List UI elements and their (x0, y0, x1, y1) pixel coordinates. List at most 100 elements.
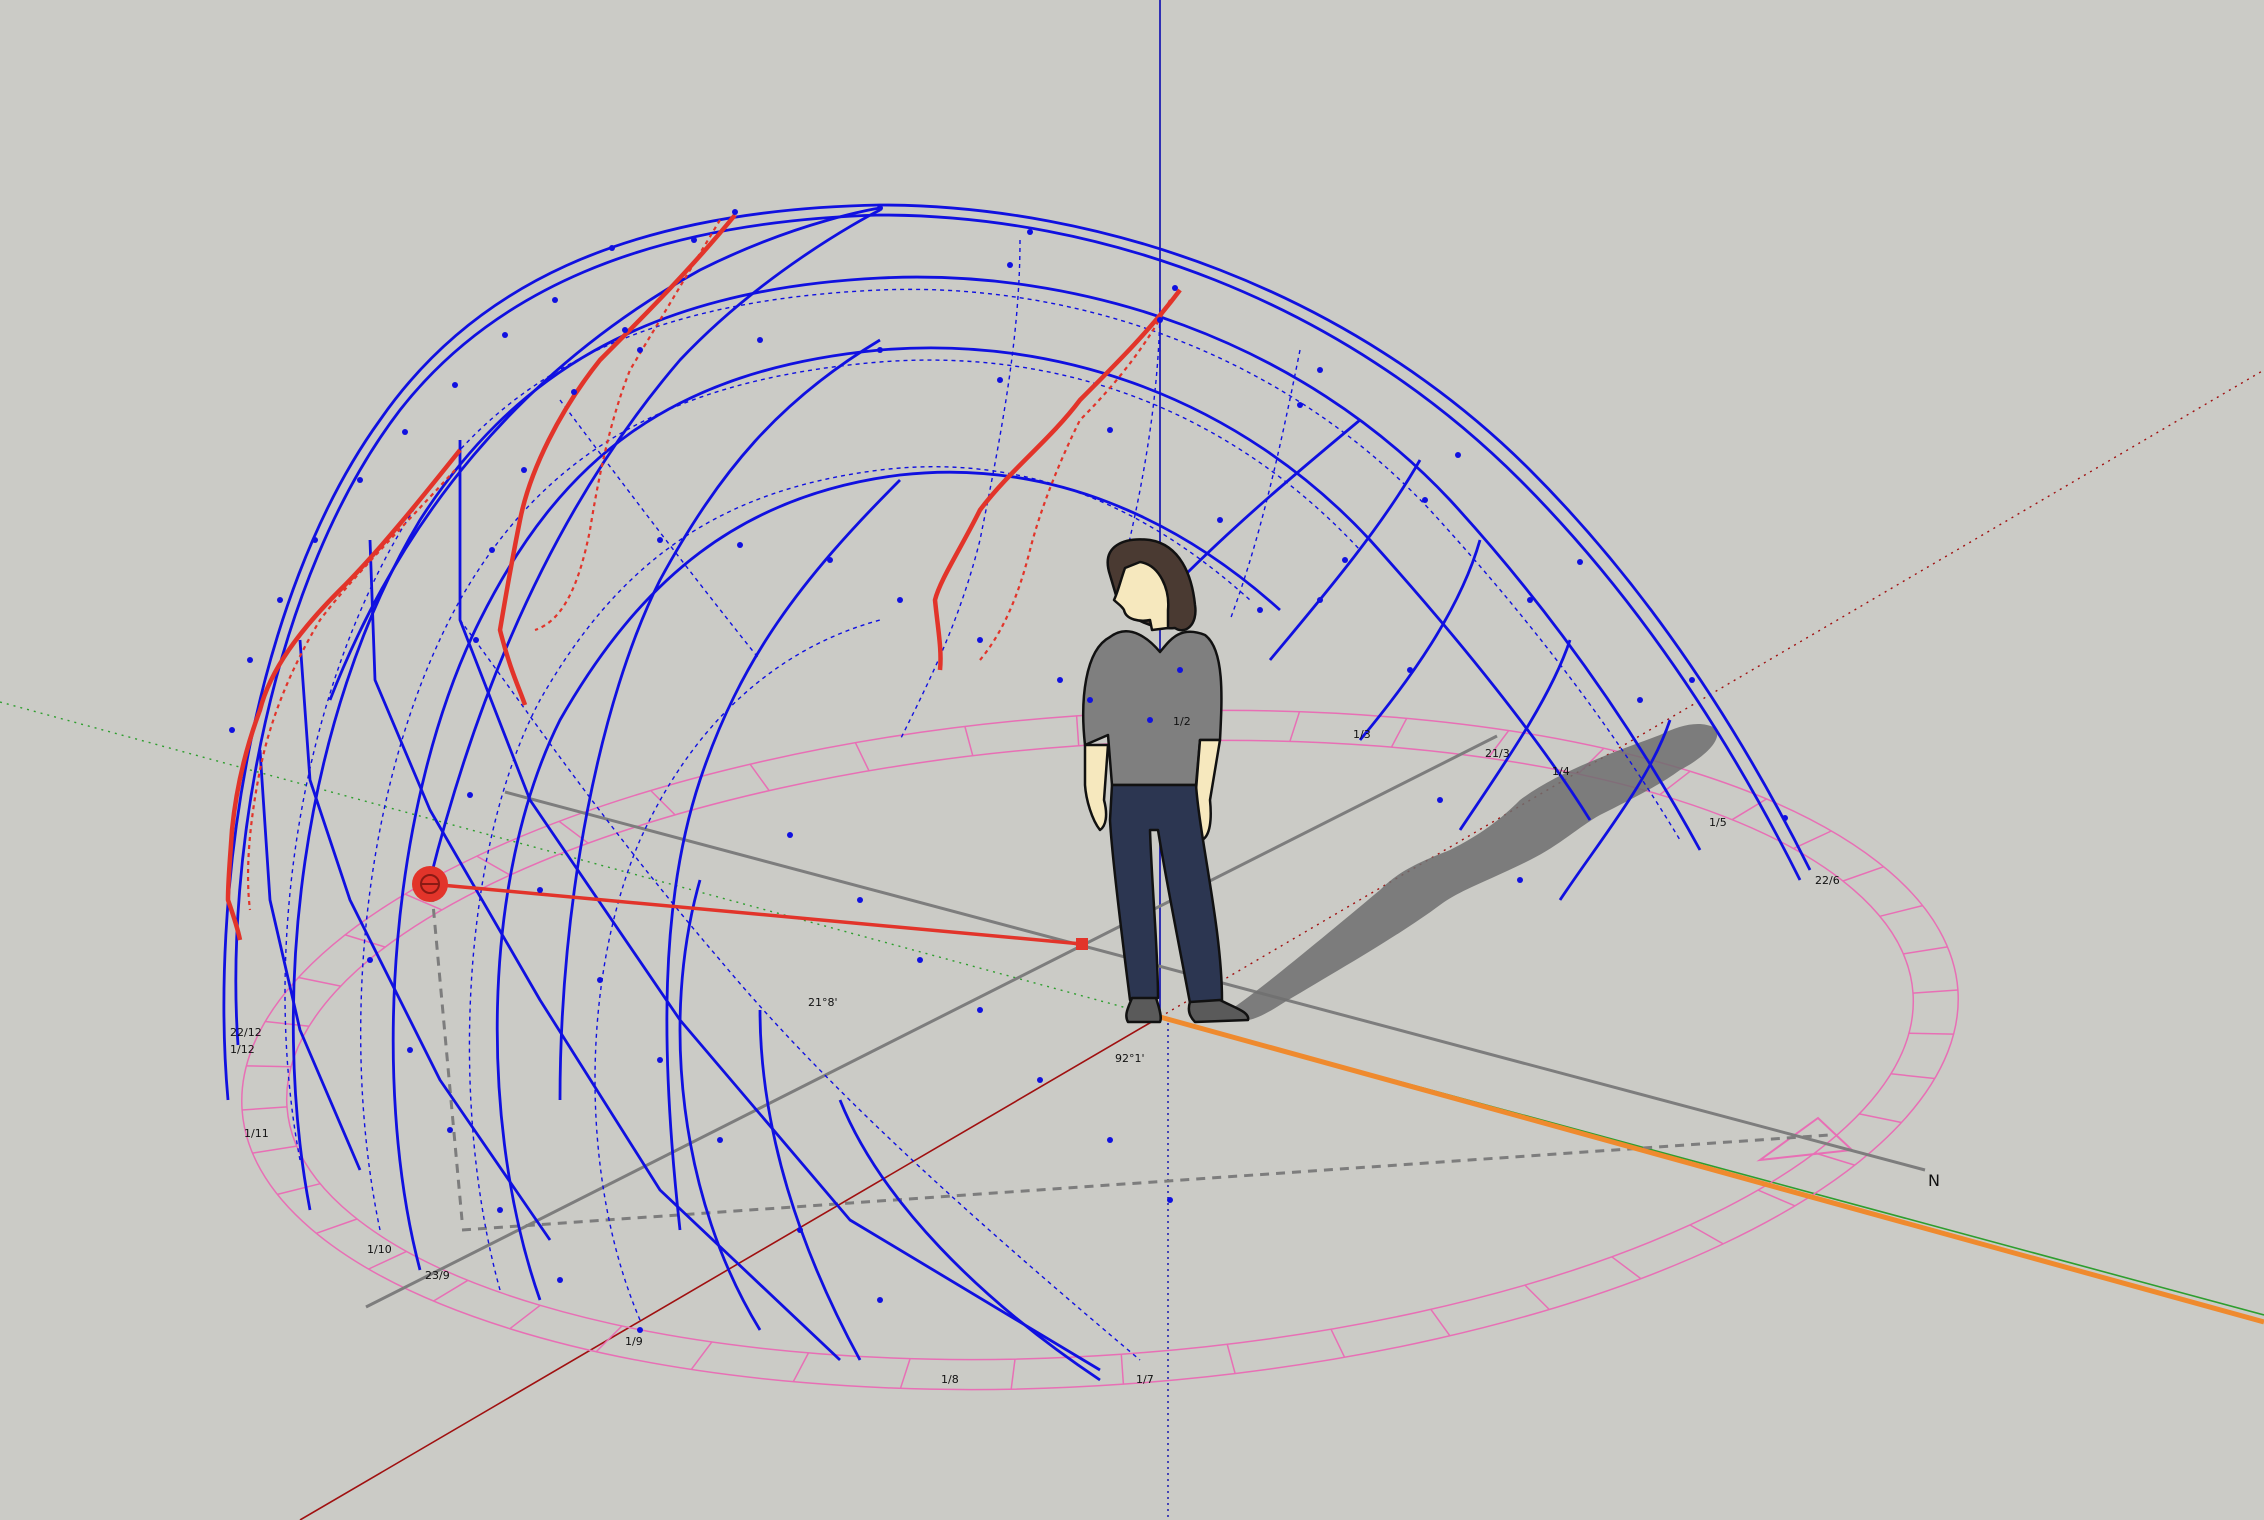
model-viewport[interactable]: N 21°8' 92°1' 1/2 1/3 21/3 1/4 1/5 22/6 1/7 1/8… (0, 0, 2264, 1520)
altitude-angle-label: 21°8' (808, 996, 838, 1009)
hour-label: 1/8 (941, 1373, 959, 1386)
vertex-dot (1087, 697, 1093, 703)
vertex-dot (1517, 877, 1523, 883)
vertex-dot (473, 637, 479, 643)
vertex-dot (1217, 517, 1223, 523)
sunpath-dome-dotted (284, 239, 1681, 1361)
vertex-dot (1577, 559, 1583, 565)
hour-label: 1/5 (1709, 816, 1727, 829)
vertex-dot (637, 347, 643, 353)
figure-shadow (1230, 724, 1718, 1021)
ring-tick (1611, 1256, 1642, 1280)
vertex-dot (357, 477, 363, 483)
vertex-dot (1177, 667, 1183, 673)
vertex-dot (407, 1047, 413, 1053)
vertex-dot (857, 897, 863, 903)
ring-tick (1842, 865, 1884, 882)
vertex-dot (637, 1327, 643, 1333)
vertex-dot (1342, 557, 1348, 563)
vertex-dot (537, 887, 543, 893)
vertex-dot (1637, 697, 1643, 703)
vertex-dot (877, 205, 883, 211)
ring-tick (1075, 715, 1080, 746)
vertex-dot (787, 832, 793, 838)
ring-tick (595, 1325, 623, 1353)
ring-tick (242, 1106, 288, 1111)
vertex-dot (1317, 597, 1323, 603)
ring-tick (345, 934, 386, 948)
vertex-dot (657, 1057, 663, 1063)
vertex-dot (1167, 1197, 1173, 1203)
sunpath-scene[interactable]: N 21°8' 92°1' 1/2 1/3 21/3 1/4 1/5 22/6 1/7 1/8… (0, 0, 2264, 1520)
vertex-dot (977, 637, 983, 643)
ring-tick (509, 1304, 541, 1330)
figure-shoe-right (1187, 998, 1250, 1024)
vertex-dot (977, 1007, 983, 1013)
ring-tick (854, 742, 870, 772)
vertex-dot (1037, 1077, 1043, 1083)
vertex-dot (229, 727, 235, 733)
vertex-dot (1422, 497, 1428, 503)
vertex-dot (1027, 229, 1033, 235)
vertex-dot (1437, 797, 1443, 803)
scene-labels: N 21°8' 92°1' 1/2 1/3 21/3 1/4 1/5 22/6 1/7 1/8… (230, 715, 1940, 1386)
sun-marker-icon[interactable] (412, 866, 448, 902)
vertex-dot (1527, 597, 1533, 603)
vertex-dot (797, 1227, 803, 1233)
vertex-dot (1297, 402, 1303, 408)
human-scale-figure[interactable] (1082, 538, 1250, 1024)
vertex-dot (877, 1297, 883, 1303)
hour-label: 1/12 (230, 1043, 255, 1056)
vertex-dot (732, 209, 738, 215)
vertex-dot (247, 657, 253, 663)
vertex-dot (447, 1127, 453, 1133)
hour-label: 23/9 (425, 1269, 450, 1282)
vertex-dot (312, 537, 318, 543)
vertex-dot (1107, 427, 1113, 433)
vertex-dot (497, 1207, 503, 1213)
vertex-dot (877, 347, 883, 353)
vertex-dot (691, 237, 697, 243)
ring-tick (1890, 1073, 1935, 1080)
vertex-dot (1689, 677, 1695, 683)
vertex-dot (997, 377, 1003, 383)
hour-label: 1/10 (367, 1243, 392, 1256)
vertex-dot (1317, 367, 1323, 373)
ring-tick (1390, 717, 1408, 748)
hour-label: 1/3 (1353, 728, 1371, 741)
vertex-dot (467, 792, 473, 798)
vertex-dot (367, 957, 373, 963)
ring-tick (1912, 989, 1958, 994)
ring-tick (265, 1020, 310, 1027)
ring-tick (1879, 904, 1923, 918)
vertex-dot (717, 1137, 723, 1143)
ring-tick (690, 1341, 713, 1370)
vertex-dot (521, 467, 527, 473)
vertex-dot (1107, 1137, 1113, 1143)
vertex-dot (1057, 677, 1063, 683)
vertex-dot (1007, 262, 1013, 268)
hour-label: 1/7 (1136, 1373, 1154, 1386)
vertex-dot (1172, 285, 1178, 291)
vertex-dot (571, 389, 577, 395)
ring-tick (899, 1358, 911, 1389)
ring-tick (1289, 711, 1301, 742)
hour-label: 1/2 (1173, 715, 1191, 728)
vertex-dot (757, 337, 763, 343)
red-axis-dotted (1159, 369, 2264, 1018)
vertex-dot (622, 327, 628, 333)
hour-label: 1/9 (625, 1335, 643, 1348)
vertex-dot (597, 977, 603, 983)
vertex-dot (917, 957, 923, 963)
vertex-dot (1257, 607, 1263, 613)
ring-tick (252, 1145, 297, 1154)
vertex-dot (502, 332, 508, 338)
figure-arm-left (1083, 743, 1110, 832)
vertex-dot (657, 537, 663, 543)
ring-tick (792, 1352, 810, 1383)
vertex-dot (1455, 452, 1461, 458)
vertex-dot (1157, 317, 1163, 323)
sun-vector (429, 882, 1088, 950)
hour-label: 22/6 (1815, 874, 1840, 887)
ring-tick (1010, 1359, 1016, 1390)
